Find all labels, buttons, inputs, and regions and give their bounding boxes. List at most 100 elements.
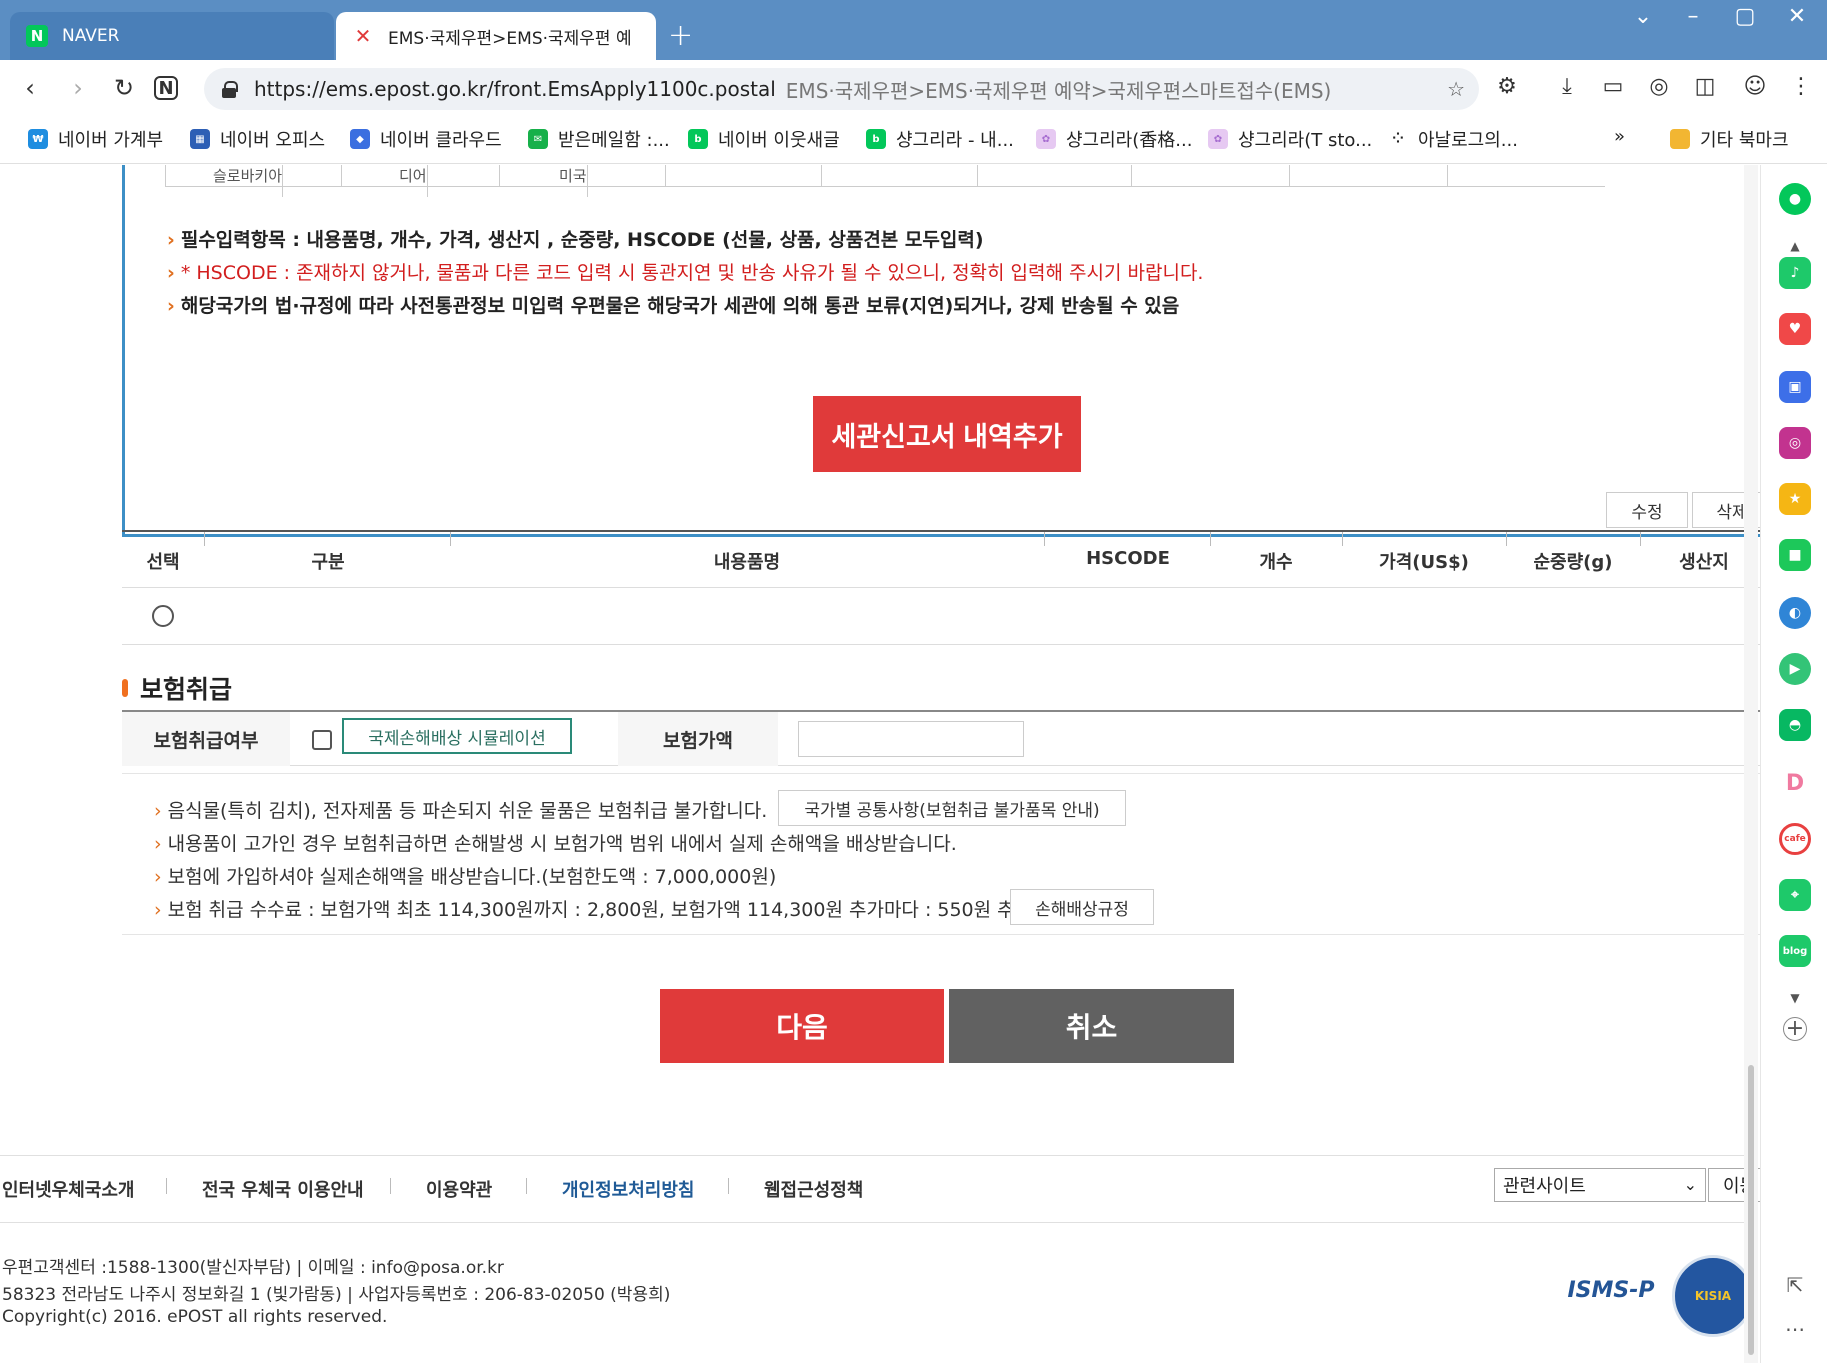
add-icon[interactable]: + bbox=[1783, 1017, 1807, 1041]
naver-icon: N bbox=[26, 25, 48, 47]
bookmark-item[interactable]: ✿ 샹그리라(香格... bbox=[1036, 126, 1192, 152]
cafe-icon[interactable]: cafe bbox=[1779, 823, 1811, 855]
close-window-icon[interactable]: ✕ bbox=[1772, 4, 1822, 29]
damage-simulation-button[interactable]: 국제손해배상 시뮬레이션 bbox=[342, 718, 572, 754]
pocket-icon[interactable]: ♥ bbox=[1779, 313, 1811, 345]
bookmark-item[interactable]: ▦ 네이버 오피스 bbox=[190, 126, 325, 152]
office-icon: ▦ bbox=[190, 129, 210, 149]
insured-amount-input[interactable] bbox=[798, 721, 1024, 757]
chevron-up-icon[interactable]: ▲ bbox=[1779, 239, 1811, 253]
tab-ems[interactable]: ✕ EMS·국제우편>EMS·국제우편 예 bbox=[336, 12, 656, 60]
column-header: 선택 bbox=[146, 552, 180, 573]
add-customs-declaration-button[interactable]: 세관신고서 내역추가 bbox=[813, 396, 1081, 472]
footer-link[interactable]: 인터넷우체국소개 bbox=[2, 1176, 134, 1202]
column-header: 순중량(g) bbox=[1533, 552, 1613, 573]
column-header: 구분 bbox=[311, 552, 345, 573]
extensions-icon[interactable]: ⚙ bbox=[1492, 74, 1522, 104]
footer-links: 인터넷우체국소개 전국 우체국 이용안내 이용약관 개인정보처리방침 웹접근성정… bbox=[0, 1155, 1760, 1223]
tab-search-icon[interactable]: ⌄ bbox=[1618, 4, 1668, 29]
address-bar[interactable]: https://ems.epost.go.kr/front.EmsApply11… bbox=[204, 68, 1479, 110]
bookmark-item[interactable]: ✿ 샹그리라(T sto... bbox=[1208, 126, 1372, 152]
menu-icon[interactable]: ⋮ bbox=[1786, 74, 1816, 104]
bookmarks-overflow-icon[interactable]: » bbox=[1614, 126, 1625, 147]
page-content: 슬로바키아 디어 미국 › 필수입력항목 : 내용품명, 개수, 가격, 생산지 … bbox=[0, 165, 1760, 1363]
instagram-icon[interactable]: ◎ bbox=[1779, 427, 1811, 459]
house-icon: ₩ bbox=[28, 129, 48, 149]
butterfly-icon: ✿ bbox=[1208, 129, 1228, 149]
damage-rules-button[interactable]: 손해배상규정 bbox=[1010, 889, 1154, 925]
footer-link[interactable]: 이용약관 bbox=[426, 1176, 492, 1202]
customs-notes-box: 슬로바키아 디어 미국 › 필수입력항목 : 내용품명, 개수, 가격, 생산지 … bbox=[122, 165, 1760, 537]
bookmark-item[interactable]: ✉ 받은메일함 :... bbox=[528, 126, 670, 152]
naver-green-icon[interactable]: ● bbox=[1779, 183, 1811, 215]
more-icon[interactable]: ⋯ bbox=[1779, 1317, 1811, 1341]
bookmark-label: 네이버 가계부 bbox=[58, 130, 164, 151]
cancel-button[interactable]: 취소 bbox=[949, 989, 1234, 1063]
footer-link[interactable]: 전국 우체국 이용안내 bbox=[202, 1176, 364, 1202]
url-page-title: EMS·국제우편>EMS·국제우편 예약>국제우편스마트접수(EMS) bbox=[785, 78, 1332, 103]
scrollbar-thumb[interactable] bbox=[1748, 1065, 1754, 1355]
bookmark-folder[interactable]: 기타 북마크 bbox=[1670, 126, 1789, 152]
info-line: › 내용품이 고가인 경우 보험취급하면 손해발생 시 보험가액 범위 내에서 실… bbox=[154, 833, 957, 855]
bookmark-item[interactable]: b 샹그리라 - 내... bbox=[866, 126, 1014, 152]
play-icon[interactable]: ▶ bbox=[1779, 653, 1811, 685]
footer-contact: 우편고객센터 :1588-1300(발신자부담) | 이메일 : info@po… bbox=[2, 1258, 504, 1278]
briefcase-icon[interactable]: ▣ bbox=[1779, 371, 1811, 403]
section-title: 보험취급 bbox=[122, 670, 232, 706]
next-button[interactable]: 다음 bbox=[660, 989, 944, 1063]
naver-n-icon[interactable]: N bbox=[154, 76, 178, 100]
chevron-down-icon[interactable]: ▼ bbox=[1779, 991, 1811, 1005]
forward-icon[interactable]: › bbox=[62, 72, 94, 104]
bookmark-label: 기타 북마크 bbox=[1700, 130, 1789, 151]
country-common-info-button[interactable]: 국가별 공통사항(보험취급 불가품목 안내) bbox=[778, 790, 1126, 826]
blog-icon: b bbox=[688, 129, 708, 149]
tab-title: EMS·국제우편>EMS·국제우편 예 bbox=[388, 28, 632, 49]
hscode-warning-note: › * HSCODE : 존재하지 않거나, 물품과 다른 코드 입력 시 통관지… bbox=[167, 262, 1204, 284]
customs-items-table-header: 선택 구분 내용품명 HSCODE 개수 가격(US$) 순중량(g) 생산지 bbox=[122, 530, 1760, 588]
bookmark-item[interactable]: b 네이버 이웃새글 bbox=[688, 126, 840, 152]
insured-label: 보험취급여부 bbox=[122, 712, 290, 766]
download-icon[interactable]: ⤓ bbox=[1552, 74, 1582, 104]
footer-link[interactable]: 웹접근성정책 bbox=[764, 1176, 863, 1202]
browser-tab-bar: N NAVER ✕ EMS·국제우편>EMS·국제우편 예 + ⌄ – ▢ ✕ bbox=[0, 0, 1827, 60]
table-row bbox=[122, 589, 1760, 645]
map-pin-icon[interactable]: ⌖ bbox=[1779, 879, 1811, 911]
bookmark-star-icon[interactable]: ☆ bbox=[1447, 77, 1465, 101]
reload-icon[interactable]: ↻ bbox=[108, 72, 140, 104]
media-icon[interactable]: ▭ bbox=[1598, 74, 1628, 104]
bookmark-label: 네이버 오피스 bbox=[220, 130, 326, 151]
tab-naver[interactable]: N NAVER bbox=[10, 12, 334, 60]
star-icon[interactable]: ★ bbox=[1779, 483, 1811, 515]
split-view-icon[interactable]: ◫ bbox=[1690, 74, 1720, 104]
bookmarks-bar: ₩ 네이버 가계부 ▦ 네이버 오피스 ◆ 네이버 클라우드 ✉ 받은메일함 :... … bbox=[0, 116, 1827, 164]
select-radio[interactable] bbox=[152, 605, 174, 627]
related-sites-select[interactable]: 관련사이트 ⌄ bbox=[1494, 1168, 1706, 1202]
bookmark-item[interactable]: ◆ 네이버 클라우드 bbox=[350, 126, 502, 152]
footer-link-privacy[interactable]: 개인정보처리방침 bbox=[562, 1176, 694, 1202]
footer-address: 58323 전라남도 나주시 정보화길 1 (빛가람동) | 사업자등록번호 :… bbox=[2, 1285, 671, 1305]
back-icon[interactable]: ‹ bbox=[14, 72, 46, 104]
url-text: https://ems.epost.go.kr/front.EmsApply11… bbox=[254, 77, 776, 101]
papago-icon[interactable]: ◐ bbox=[1779, 597, 1811, 629]
green-square-icon[interactable]: ■ bbox=[1779, 539, 1811, 571]
blog-icon[interactable]: blog bbox=[1779, 935, 1811, 967]
table-cell: 디어 bbox=[399, 165, 428, 197]
d-logo-icon[interactable]: D bbox=[1779, 767, 1811, 799]
notification-icon[interactable]: ♪ bbox=[1779, 257, 1811, 289]
new-tab-icon[interactable]: + bbox=[668, 18, 693, 53]
info-line: › 보험에 가입하셔야 실제손해액을 배상받습니다.(보험한도액 : 7,000,… bbox=[154, 866, 777, 888]
bookmark-item[interactable]: ⁘ 아날로그의... bbox=[1388, 126, 1518, 152]
insured-checkbox[interactable] bbox=[312, 730, 332, 750]
required-fields-note: › 필수입력항목 : 내용품명, 개수, 가격, 생산지 , 순중량, HSCOD… bbox=[167, 229, 984, 251]
maximize-icon[interactable]: ▢ bbox=[1720, 4, 1770, 29]
table-cell: 미국 bbox=[559, 165, 588, 197]
bookmark-item[interactable]: ₩ 네이버 가계부 bbox=[28, 126, 163, 152]
footer-copyright: Copyright(c) 2016. ePOST all rights rese… bbox=[2, 1307, 388, 1327]
cup-icon[interactable]: ◓ bbox=[1779, 709, 1811, 741]
profile-avatar-icon[interactable]: ☺ bbox=[1740, 74, 1770, 104]
minimize-icon[interactable]: – bbox=[1668, 4, 1718, 29]
tab-title: NAVER bbox=[62, 26, 120, 46]
edit-button[interactable]: 수정 bbox=[1606, 492, 1688, 528]
capture-icon[interactable]: ◎ bbox=[1644, 74, 1674, 104]
external-link-icon[interactable]: ⇱ bbox=[1779, 1273, 1811, 1297]
